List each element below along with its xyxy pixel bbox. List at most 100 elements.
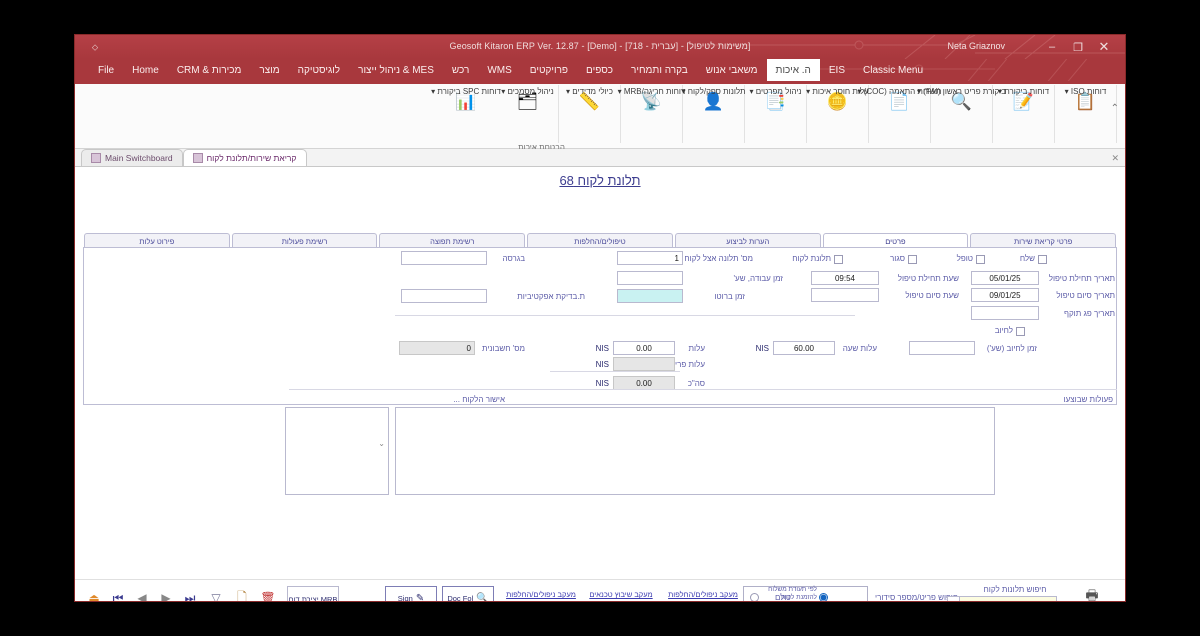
document-tab-0[interactable]: Main Switchboard: [81, 149, 183, 166]
create-mrb-report-button[interactable]: יצירת דוח MRB: [287, 586, 339, 601]
document-tab-label-0: Main Switchboard: [105, 153, 173, 163]
search-complaints-input[interactable]: [959, 596, 1057, 601]
ribbon-button-8[interactable]: 📏 כיולי מדידים ▾: [559, 85, 621, 143]
section-divider-3: [289, 389, 1117, 390]
hour-cost-field[interactable]: 60.00: [773, 341, 835, 355]
ribbon-top-strip: [75, 81, 1125, 84]
ribbon-tab-14[interactable]: Classic Menu: [854, 59, 932, 81]
ribbon-button-7[interactable]: 📡 דוחות חריגה/MRB ▾: [618, 85, 685, 143]
followup-treatments-link[interactable]: מעקב ניפולים/החלפות: [505, 590, 577, 600]
customer-complaint-checkbox[interactable]: [834, 255, 843, 264]
ribbon-tab-13[interactable]: EIS: [820, 59, 854, 81]
ribbon-tab-2[interactable]: CRM & מכירות: [168, 59, 251, 81]
doc-folder-button[interactable]: Doc Fol 🔍: [442, 586, 494, 601]
ribbon-button-label-0: דוחות ISO ▾: [1064, 87, 1107, 96]
treat-end-date-label: תאריך סיום טיפול: [1056, 291, 1115, 300]
handled-checkbox[interactable]: [976, 255, 985, 264]
previous-record-icon[interactable]: ◀: [133, 589, 151, 601]
hour-cost-currency: NIS: [755, 344, 769, 353]
search-scope-delivery-radio[interactable]: [750, 593, 759, 601]
form-sub-tab-2[interactable]: הערות לביצוע: [674, 233, 821, 248]
ribbon-tab-10[interactable]: בקרה ותמחיר: [622, 59, 697, 81]
treat-end-date-field[interactable]: 09/01/25: [971, 288, 1039, 302]
form-sub-tab-bar: פרטי קריאת שירות פרטים הערות לביצוע טיפולים…: [83, 233, 1117, 248]
treat-start-time-field[interactable]: 09:54: [811, 271, 879, 285]
document-tab-1[interactable]: קריאת שירות/תלונת לקוח: [182, 149, 307, 166]
effectiveness-check-field[interactable]: [401, 289, 487, 303]
customer-approval-textarea[interactable]: [285, 407, 389, 495]
minimize-button[interactable]: –: [1039, 38, 1065, 56]
close-button[interactable]: ✕: [1091, 38, 1117, 56]
expiry-date-field[interactable]: [971, 306, 1039, 320]
signature-icon: ✎: [415, 592, 425, 601]
ribbon-button-6[interactable]: 👤 תלונות ספק/לקוח ▾: [681, 85, 746, 143]
form-sub-tab-3[interactable]: טיפולים/החלפות: [527, 233, 673, 248]
ribbon-tab-12[interactable]: ה. איכות: [766, 59, 820, 81]
form-sub-tab-1[interactable]: פרטים: [822, 233, 969, 248]
new-record-icon[interactable]: 🗋: [233, 589, 251, 602]
ribbon-tab-4[interactable]: לוגיסטיקה: [289, 59, 349, 81]
billable-time-field[interactable]: [909, 341, 975, 355]
ribbon-button-10[interactable]: 📊 דוחות SPC ביקורת ▾: [431, 85, 501, 143]
ribbon-tab-5[interactable]: ניהול ייצור & MES: [349, 59, 443, 81]
restore-button[interactable]: ❐: [1065, 38, 1091, 56]
search-complaints-label: חיפוש תלונות לקוח: [983, 585, 1047, 594]
ribbon-tab-8[interactable]: פרויקטים: [521, 59, 577, 81]
complaint-number-field[interactable]: 1: [617, 251, 683, 265]
net-time-field[interactable]: [617, 289, 683, 303]
close-document-icon[interactable]: ✕: [1111, 153, 1119, 164]
actions-performed-label: פעולות שבוצעו: [1063, 395, 1113, 404]
total-label: סה"כ: [687, 379, 705, 388]
search-scope-all-radio[interactable]: [819, 593, 828, 601]
last-record-icon[interactable]: ⏭: [181, 589, 199, 602]
cost-field[interactable]: 0.00: [613, 341, 675, 355]
form-sub-tab-6[interactable]: פירוט עלות: [83, 233, 230, 248]
total-field[interactable]: 0.00: [613, 376, 675, 390]
ribbon-tab-9[interactable]: כספים: [577, 59, 622, 81]
search-scope-delivery-text: לפי תעודת משלוח להזמנת לקוח אחרונה: [768, 586, 817, 601]
treat-end-time-field[interactable]: [811, 288, 879, 302]
billable-checkbox[interactable]: [1016, 327, 1025, 336]
sent-checkbox[interactable]: [1038, 255, 1047, 264]
cost-currency: NIS: [595, 344, 609, 353]
version-field[interactable]: [401, 251, 487, 265]
followup-technicians-link[interactable]: מעקב שיבוץ טכנאים: [585, 590, 657, 600]
followup-complaints-link[interactable]: מעקב ניפולים/החלפות: [667, 590, 739, 600]
replaced-parts-cost-field[interactable]: [613, 357, 675, 371]
ribbon-button-4[interactable]: 🪙 עלות חוסר איכות ▾: [806, 85, 869, 143]
form-sub-tab-4[interactable]: רשימת תפוצה: [379, 233, 526, 248]
approval-scroll-arrow-icon[interactable]: ⌄: [378, 439, 385, 448]
ribbon-button-3[interactable]: 📄 תעודות התאמה (COC) ▾: [857, 85, 942, 143]
work-time-field[interactable]: [617, 271, 683, 285]
ribbon-tab-0[interactable]: File: [89, 59, 123, 81]
chevron-up-icon[interactable]: ⌃: [1111, 103, 1119, 114]
ribbon-button-0[interactable]: 📋 דוחות ISO ▾: [1055, 85, 1117, 143]
document-folder-icon: 🔍: [476, 592, 489, 601]
ribbon-tab-1[interactable]: Home: [123, 59, 168, 81]
form-canvas: תלונת לקוח 68 תאריך דיווח 05/01/25 שעת ד…: [75, 167, 1125, 579]
next-record-icon[interactable]: ▶: [157, 589, 175, 601]
filter-funnel-icon[interactable]: ▽: [207, 589, 225, 601]
delete-record-icon[interactable]: 🗑: [259, 589, 277, 601]
actions-performed-textarea[interactable]: [395, 407, 995, 495]
printer-icon[interactable]: 🖶: [1083, 587, 1101, 601]
first-record-icon[interactable]: ⏮: [109, 589, 127, 602]
closed-checkbox[interactable]: [908, 255, 917, 264]
sign-button[interactable]: Sign ✎: [385, 586, 437, 601]
ribbon-tab-3[interactable]: מוצר: [250, 59, 288, 81]
treat-start-time-label: שעת תחילת טיפול: [897, 274, 959, 283]
search-complaints-dropdown-arrow[interactable]: ▾: [947, 596, 960, 601]
exit-door-icon[interactable]: ⏏: [85, 589, 103, 601]
ribbon-button-5[interactable]: 📑 ניהול מפרטים ▾: [745, 85, 807, 143]
ribbon-tab-6[interactable]: רכש: [443, 59, 478, 81]
billable-time-label: זמן לחיוב (שע'): [986, 344, 1037, 353]
ribbon-tab-11[interactable]: משאבי אנוש: [697, 59, 767, 81]
ribbon-button-9[interactable]: 🗂 ניהול מסמכים ▾: [497, 85, 559, 143]
ribbon-button-label-6: תלונות ספק/לקוח ▾: [681, 87, 746, 96]
ribbon-tab-7[interactable]: WMS: [478, 59, 520, 81]
treat-start-date-field[interactable]: 05/01/25: [971, 271, 1039, 285]
replaced-parts-currency: NIS: [595, 360, 609, 369]
form-sub-tab-5[interactable]: רשימת פעולות: [231, 233, 378, 248]
invoice-number-field[interactable]: 0: [399, 341, 475, 355]
form-sub-tab-0[interactable]: פרטי קריאת שירות: [970, 233, 1116, 248]
